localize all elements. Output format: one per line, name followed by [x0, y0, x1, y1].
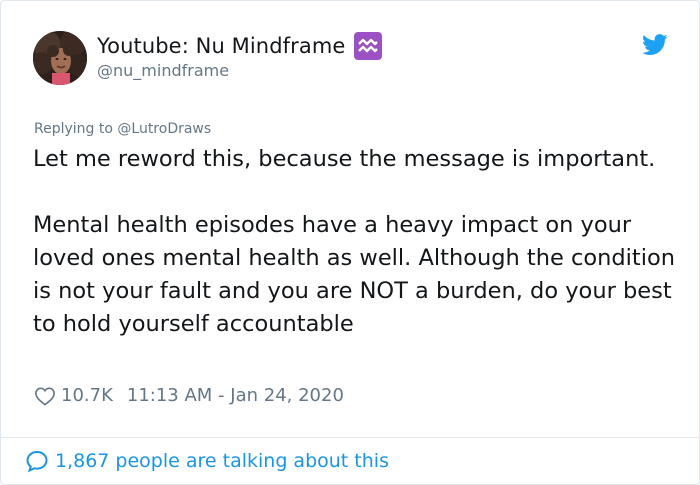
tweet-card: Youtube: Nu Mindframe @nu_mindframe Repl…: [0, 0, 700, 485]
tweet-meta: 10.7K 11:13 AM - Jan 24, 2020: [34, 385, 344, 406]
tweet-text: Let me reword this, because the message …: [33, 143, 683, 341]
handle[interactable]: @nu_mindframe: [97, 61, 229, 80]
twitter-bird-icon[interactable]: [642, 34, 668, 56]
like-count[interactable]: 10.7K: [61, 385, 113, 406]
heart-icon[interactable]: [34, 386, 56, 406]
display-name[interactable]: Youtube: Nu Mindframe: [97, 34, 345, 58]
timestamp[interactable]: 11:13 AM - Jan 24, 2020: [127, 385, 344, 406]
divider: [1, 437, 699, 438]
replying-to-label: Replying to: [34, 121, 118, 137]
tweet-paragraph-1: Let me reword this, because the message …: [33, 146, 656, 172]
conversation-link[interactable]: 1,867 people are talking about this: [25, 449, 389, 473]
author-name-row[interactable]: Youtube: Nu Mindframe: [97, 32, 383, 60]
avatar[interactable]: [33, 31, 87, 85]
replying-to: Replying to @LutroDraws: [34, 121, 211, 137]
conversation-count-text[interactable]: 1,867 people are talking about this: [55, 450, 389, 472]
speech-bubble-icon: [26, 450, 48, 473]
aquarius-icon: [354, 32, 383, 60]
tweet-paragraph-2: Mental health episodes have a heavy impa…: [33, 212, 676, 337]
reply-mention-link[interactable]: @LutroDraws: [117, 121, 211, 137]
